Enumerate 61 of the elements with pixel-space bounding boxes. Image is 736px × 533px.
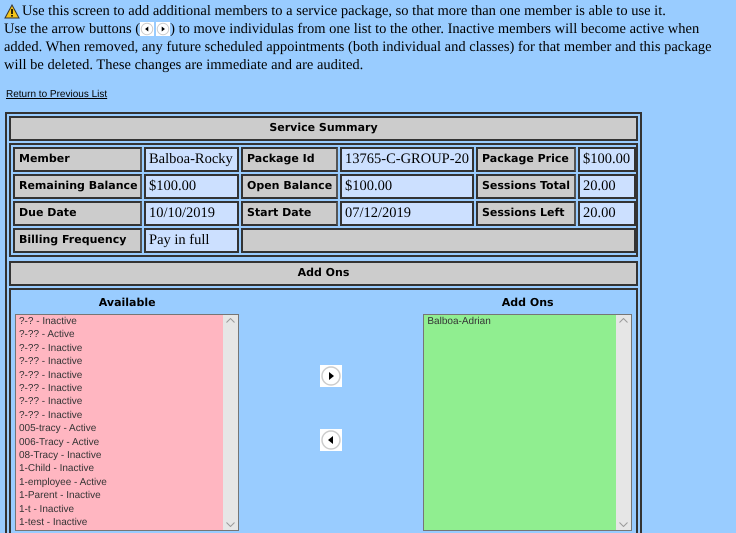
field-value: $100.00 xyxy=(578,147,636,172)
field-label: Start Date xyxy=(241,201,338,226)
scroll-down-icon[interactable] xyxy=(619,522,628,527)
intro-text: Use this screen to add additional members to a service package, so that more than one member is able to use it. xyxy=(22,2,666,20)
scrollbar[interactable] xyxy=(223,315,238,530)
list-option[interactable]: ?-?? - Inactive xyxy=(19,408,220,422)
field-value: $100.00 xyxy=(144,174,239,199)
list-option[interactable]: ?-?? - Active xyxy=(19,328,220,342)
field-value: Balboa-Rocky xyxy=(144,147,239,172)
field-value: 20.00 xyxy=(578,174,636,199)
field-value: 13765-C-GROUP-20 xyxy=(340,147,474,172)
scroll-up-icon[interactable] xyxy=(619,318,628,323)
list-option[interactable]: Balboa-Adrian xyxy=(427,315,613,328)
return-link[interactable]: Return to Previous List xyxy=(6,89,108,100)
scrollbar[interactable] xyxy=(616,315,631,530)
field-value: 10/10/2019 xyxy=(144,201,239,226)
field-label: Member xyxy=(13,147,142,172)
section-header: Add Ons xyxy=(9,261,638,286)
field-value: 20.00 xyxy=(578,201,636,226)
remove-button[interactable] xyxy=(320,429,342,451)
field-label: Remaining Balance xyxy=(13,174,142,199)
intro-text: ) to move individulas from one list to the other. Inactive members will become active when xyxy=(170,20,700,38)
field-value: $100.00 xyxy=(340,174,474,199)
list-option[interactable]: ?-?? - Inactive xyxy=(19,368,220,382)
list-option[interactable]: 005-tracy - Active xyxy=(19,422,220,436)
add-ons-list[interactable]: Balboa-Adrian xyxy=(423,314,632,531)
list-option[interactable]: ?-?? - Inactive xyxy=(19,355,220,369)
left-arrow-icon xyxy=(140,22,154,36)
list-option[interactable]: ?-?? - Inactive xyxy=(19,382,220,396)
right-arrow-icon xyxy=(156,22,170,36)
list-option[interactable]: 08-Tracy - Inactive xyxy=(19,449,220,462)
left-arrow-icon xyxy=(320,429,342,451)
list-option[interactable]: 1-t - Inactive xyxy=(19,502,220,516)
add-button[interactable] xyxy=(320,365,342,387)
field-value: 07/12/2019 xyxy=(340,201,474,226)
column-heading: Available xyxy=(98,295,157,311)
list-option[interactable]: 006-Tracy - Active xyxy=(19,436,220,450)
available-list[interactable] xyxy=(15,314,240,531)
intro-text: added. When removed, any future scheduled appointments (both individual and classes) for that member and this package will be deleted. These changes are immediate and are audited. xyxy=(4,38,713,74)
list-option[interactable]: 1-Child - Inactive xyxy=(19,462,220,476)
list-option[interactable]: ?-?? - Inactive xyxy=(19,395,220,409)
list-option[interactable]: ?-?? - Inactive xyxy=(19,342,220,356)
list-option[interactable]: 1-employee - Active xyxy=(19,476,220,490)
intro-text: Use the arrow buttons ( xyxy=(4,20,140,38)
list-option[interactable]: ?-? - Inactive xyxy=(19,315,220,328)
field-label: Sessions Left xyxy=(476,201,576,226)
list-option[interactable]: 1-Parent - Inactive xyxy=(19,489,220,503)
field-label: Billing Frequency xyxy=(13,228,142,253)
field-label: Sessions Total xyxy=(476,174,576,199)
field-label: Open Balance xyxy=(241,174,338,199)
field-label: Package Id xyxy=(241,147,338,172)
list-option[interactable]: 1-test - Inactive xyxy=(19,516,220,530)
field-label: Package Price xyxy=(476,147,576,172)
scroll-up-icon[interactable] xyxy=(226,318,236,323)
right-arrow-icon xyxy=(320,365,342,387)
column-heading: Add Ons xyxy=(500,295,555,311)
section-header: Service Summary xyxy=(9,116,638,141)
warning-icon xyxy=(4,4,20,18)
field-label: Due Date xyxy=(13,201,142,226)
scroll-down-icon[interactable] xyxy=(226,522,236,527)
field-value: Pay in full xyxy=(144,228,239,253)
